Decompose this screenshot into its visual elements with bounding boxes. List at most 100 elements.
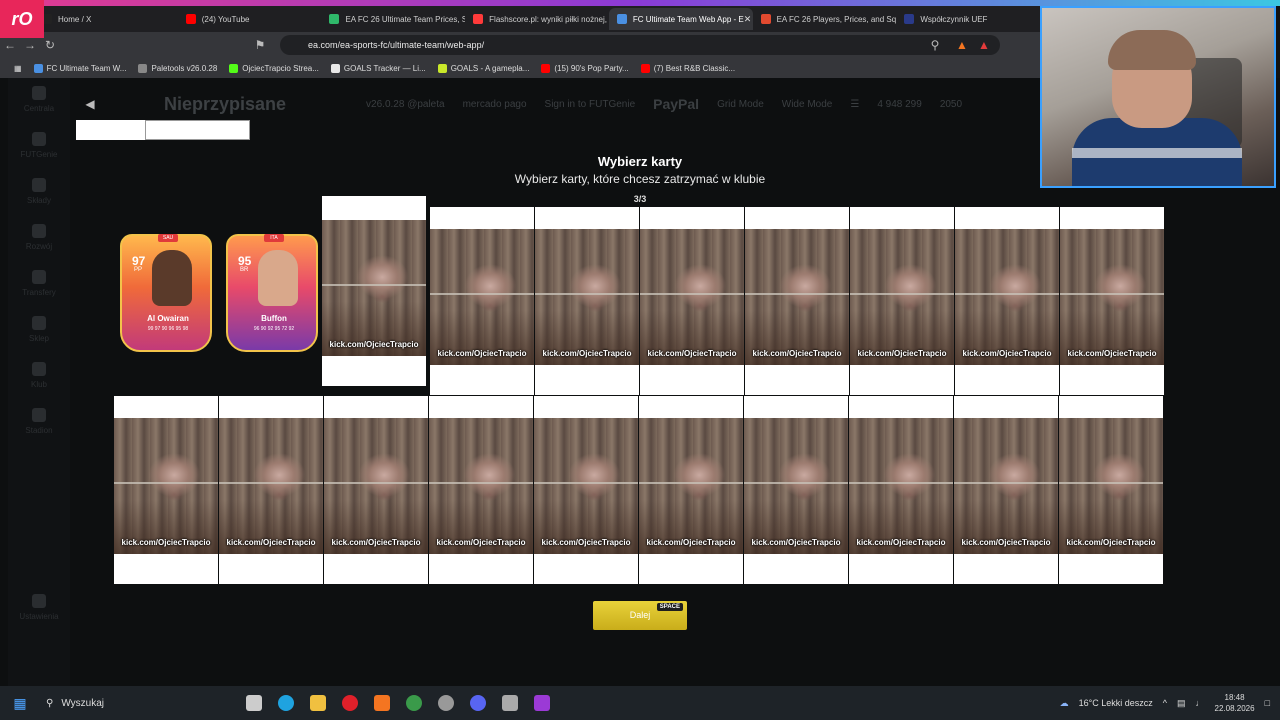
fence-rail xyxy=(639,482,743,484)
bookmark-label: GOALS - A gamepla... xyxy=(450,63,530,73)
meme-overlay-card: kick.com/OjciecTrapcio xyxy=(219,396,323,584)
discord-icon[interactable] xyxy=(470,695,486,711)
wide-mode-toggle[interactable]: Wide Mode xyxy=(782,99,833,110)
overlay-logo: rO xyxy=(0,0,44,38)
sidebar-item-label: Klub xyxy=(30,380,47,389)
notifications-icon[interactable]: □ xyxy=(1265,698,1270,708)
reload-icon[interactable]: ↻ xyxy=(40,38,60,52)
meme-image xyxy=(849,418,953,554)
player-card-al-owairan[interactable]: SAU 97 PP Al Owairan 99 97 90 96 95 98 xyxy=(116,234,216,358)
meme-caption: kick.com/OjciecTrapcio xyxy=(857,349,947,358)
continue-button[interactable]: Dalej SPACE xyxy=(593,601,687,630)
bookmark-item[interactable]: GOALS Tracker — Li... xyxy=(330,63,426,73)
bookmark-label: Paletools v26.0.28 xyxy=(151,63,218,73)
paletools-version: v26.0.28 @paleta xyxy=(366,98,445,110)
sidebar-item[interactable]: Stadion xyxy=(8,408,70,435)
browser-tab[interactable]: FC Ultimate Team Web App - E ✕ xyxy=(608,8,753,30)
sidebar-item[interactable]: Klub xyxy=(8,362,70,389)
grid-mode-toggle[interactable]: Grid Mode xyxy=(717,99,764,110)
network-icon[interactable]: ▤ xyxy=(1177,698,1186,709)
card-rating: 95 xyxy=(238,254,252,268)
sidebar-item[interactable]: Ustawienia xyxy=(8,594,70,621)
meme-caption: kick.com/OjciecTrapcio xyxy=(1067,349,1157,358)
apps-icon[interactable]: ▦ xyxy=(14,64,22,73)
media-app-icon[interactable] xyxy=(534,695,550,711)
browser-tab[interactable]: Współczynnik UEF xyxy=(896,8,1040,30)
back-icon[interactable]: ← xyxy=(0,38,20,52)
fence-rail xyxy=(1060,293,1164,295)
sidebar-item-icon xyxy=(32,316,46,330)
browser-tab[interactable]: EA FC 26 Ultimate Team Prices, Squ xyxy=(321,8,465,30)
sidebar-item[interactable]: Rozwój xyxy=(8,224,70,251)
meme-caption: kick.com/OjciecTrapcio xyxy=(331,538,421,547)
chrome-icon[interactable] xyxy=(406,695,422,711)
card-stats: 99 97 90 96 95 98 xyxy=(147,326,189,332)
player-portrait xyxy=(258,250,298,306)
task-view-icon[interactable] xyxy=(246,695,262,711)
taskbar-search[interactable]: ⚲ Wyszukaj xyxy=(40,691,230,715)
bookmark-icon[interactable]: ⚑ xyxy=(250,38,270,52)
fence-rail xyxy=(429,482,533,484)
bookmark-favicon-icon xyxy=(138,63,148,73)
card-position: PP xyxy=(134,267,143,273)
bookmark-item[interactable]: GOALS - A gamepla... xyxy=(437,63,530,73)
meme-image xyxy=(430,229,534,365)
sidebar-item[interactable]: Składy xyxy=(8,178,70,205)
windows-start-icon[interactable]: ▦ xyxy=(0,695,40,712)
player-card-buffon[interactable]: ITA 95 BR Buffon 96 90 92 95 72 92 xyxy=(222,234,322,358)
edge-icon[interactable] xyxy=(278,695,294,711)
card-position: BR xyxy=(240,267,249,273)
browser-tab[interactable]: Home / X xyxy=(34,8,178,30)
url-input[interactable]: ea.com/ea-sports-fc/ultimate-team/web-ap… xyxy=(280,35,1000,55)
meme-caption: kick.com/OjciecTrapcio xyxy=(541,538,631,547)
weather-text[interactable]: 16°C Lekki deszcz xyxy=(1079,698,1153,708)
chevron-up-icon[interactable]: ^ xyxy=(1163,698,1167,708)
tab-favicon-icon xyxy=(760,14,771,24)
back-arrow-icon[interactable]: ◀ xyxy=(80,97,100,111)
clock[interactable]: 18:48 22.08.2026 xyxy=(1215,692,1255,714)
sidebar-item-label: FUTGenie xyxy=(20,150,58,159)
card-name: Al Owairan xyxy=(147,314,189,323)
sidebar-item[interactable]: FUTGenie xyxy=(8,132,70,159)
browser-tab[interactable]: (24) YouTube xyxy=(178,8,322,30)
browser-tab[interactable]: EA FC 26 Players, Prices, and Squad xyxy=(753,8,897,30)
sidebar-item[interactable]: Sklep xyxy=(8,316,70,343)
meme-overlay-card: kick.com/OjciecTrapcio xyxy=(955,207,1059,395)
brave-shield-icon[interactable]: ▲ xyxy=(952,38,972,52)
forward-icon[interactable]: → xyxy=(20,38,40,52)
tab-label: Współczynnik UEF xyxy=(920,14,988,24)
opera-icon[interactable] xyxy=(342,695,358,711)
meme-caption: kick.com/OjciecTrapcio xyxy=(647,349,737,358)
menu-icon[interactable]: ☰ xyxy=(850,99,859,110)
bookmark-item[interactable]: FC Ultimate Team W... xyxy=(33,63,127,73)
steam-icon[interactable] xyxy=(438,695,454,711)
sidebar-item[interactable]: Centrala xyxy=(8,86,70,113)
volume-icon[interactable]: ♩ xyxy=(1196,698,1205,708)
meme-overlay-card: kick.com/OjciecTrapcio xyxy=(430,207,534,395)
futgenie-signin[interactable]: Sign in to FUTGenie xyxy=(545,99,636,110)
brave-icon[interactable] xyxy=(374,695,390,711)
browser-tab[interactable]: Flashscore.pl: wyniki piłki nożnej, w xyxy=(465,8,609,30)
bookmark-item[interactable]: (7) Best R&B Classic... xyxy=(640,63,735,73)
brave-rewards-icon[interactable]: ▲ xyxy=(974,38,994,52)
bookmark-item[interactable]: OjciecTrapcio Strea... xyxy=(229,63,319,73)
bookmark-favicon-icon xyxy=(437,63,447,73)
tab-close-icon[interactable]: ✕ xyxy=(744,14,752,25)
sidebar-item-label: Rozwój xyxy=(25,242,53,251)
nation-badge: SAU xyxy=(158,234,178,242)
tab-label: EA FC 26 Players, Prices, and Squad xyxy=(776,14,897,24)
meme-caption: kick.com/OjciecTrapcio xyxy=(1066,538,1156,547)
sidebar-item[interactable]: Transfery xyxy=(8,270,70,297)
zoom-icon[interactable]: ⚲ xyxy=(925,38,945,52)
paypal-ad[interactable]: PayPal xyxy=(653,96,699,112)
meme-image xyxy=(322,220,426,356)
bookmark-item[interactable]: Paletools v26.0.28 xyxy=(138,63,218,73)
bookmark-item[interactable]: (15) 90's Pop Party... xyxy=(541,63,629,73)
continue-label: Dalej xyxy=(629,610,651,620)
meme-overlay-card: kick.com/OjciecTrapcio xyxy=(534,396,638,584)
file-explorer-icon[interactable] xyxy=(310,695,326,711)
mercado-pago-ad[interactable]: mercado pago xyxy=(463,99,527,110)
bookmark-label: FC Ultimate Team W... xyxy=(46,63,127,73)
app-icon[interactable] xyxy=(502,695,518,711)
meme-image xyxy=(745,229,849,365)
